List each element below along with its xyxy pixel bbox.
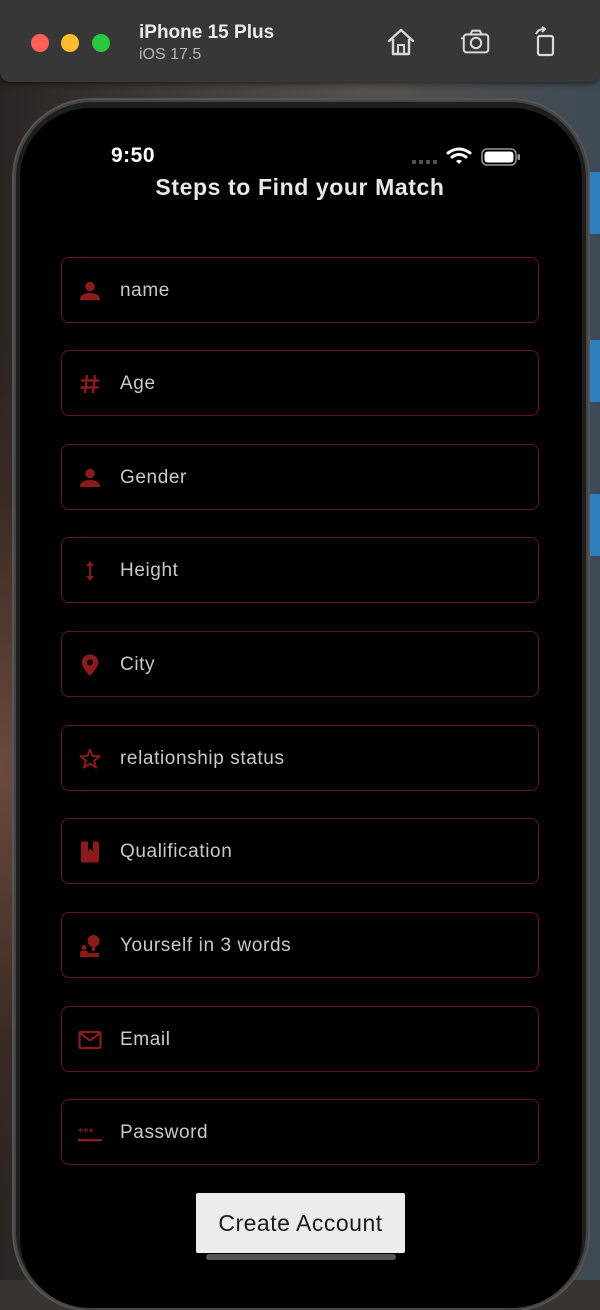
email-field-placeholder: Email (120, 1029, 171, 1050)
svg-text:***: *** (78, 1127, 94, 1138)
star-outline-icon (79, 748, 101, 769)
home-indicator[interactable] (206, 1254, 396, 1260)
cellular-icon (412, 160, 437, 164)
person-idea-icon (80, 935, 100, 957)
height-field[interactable]: Height (61, 537, 539, 603)
mail-icon (78, 1030, 102, 1050)
password-field[interactable]: *** Password (61, 1099, 539, 1165)
age-field[interactable]: Age (61, 350, 539, 416)
qualification-field[interactable]: Qualification (61, 818, 539, 884)
relationship-status-field[interactable]: relationship status (61, 725, 539, 791)
screenshot-icon[interactable] (460, 26, 492, 58)
wifi-icon (446, 147, 472, 164)
height-arrow-icon (86, 561, 94, 581)
status-icons (412, 147, 520, 166)
create-account-button[interactable]: Create Account (196, 1193, 405, 1253)
device-os-version: iOS 17.5 (139, 46, 202, 63)
device-name: iPhone 15 Plus (139, 22, 275, 43)
qualification-field-placeholder: Qualification (120, 841, 233, 862)
age-field-placeholder: Age (120, 373, 156, 394)
yourself-in-3-words-field[interactable]: Yourself in 3 words (61, 912, 539, 978)
home-icon[interactable] (385, 26, 417, 58)
rotate-icon[interactable] (530, 26, 562, 58)
password-field-placeholder: Password (120, 1122, 209, 1143)
battery-icon (481, 148, 520, 166)
book-icon (81, 841, 99, 863)
relationship-status-field-placeholder: relationship status (120, 748, 285, 769)
page-title: Steps to Find your Match (155, 174, 445, 200)
gender-field-placeholder: Gender (120, 467, 187, 488)
status-time: 9:50 (111, 144, 156, 167)
close-window-button[interactable] (31, 34, 49, 52)
city-field[interactable]: City (61, 631, 539, 697)
minimize-window-button[interactable] (61, 34, 79, 52)
simulator-titlebar: iPhone 15 Plus iOS 17.5 (0, 0, 600, 82)
phone-screen: 9:50 Steps to Find your Match name Age G… (20, 108, 582, 1308)
password-icon: *** (78, 1127, 102, 1142)
email-field[interactable]: Email (61, 1006, 539, 1072)
yourself-in-3-words-field-placeholder: Yourself in 3 words (120, 935, 292, 956)
height-field-placeholder: Height (120, 560, 179, 581)
zoom-window-button[interactable] (92, 34, 110, 52)
city-field-placeholder: City (120, 654, 156, 675)
hash-icon (80, 374, 99, 394)
name-field-placeholder: name (120, 280, 170, 301)
person-icon (80, 468, 100, 487)
name-field[interactable]: name (61, 257, 539, 323)
person-icon (80, 281, 100, 300)
gender-field[interactable]: Gender (61, 444, 539, 510)
location-pin-icon (81, 654, 99, 676)
